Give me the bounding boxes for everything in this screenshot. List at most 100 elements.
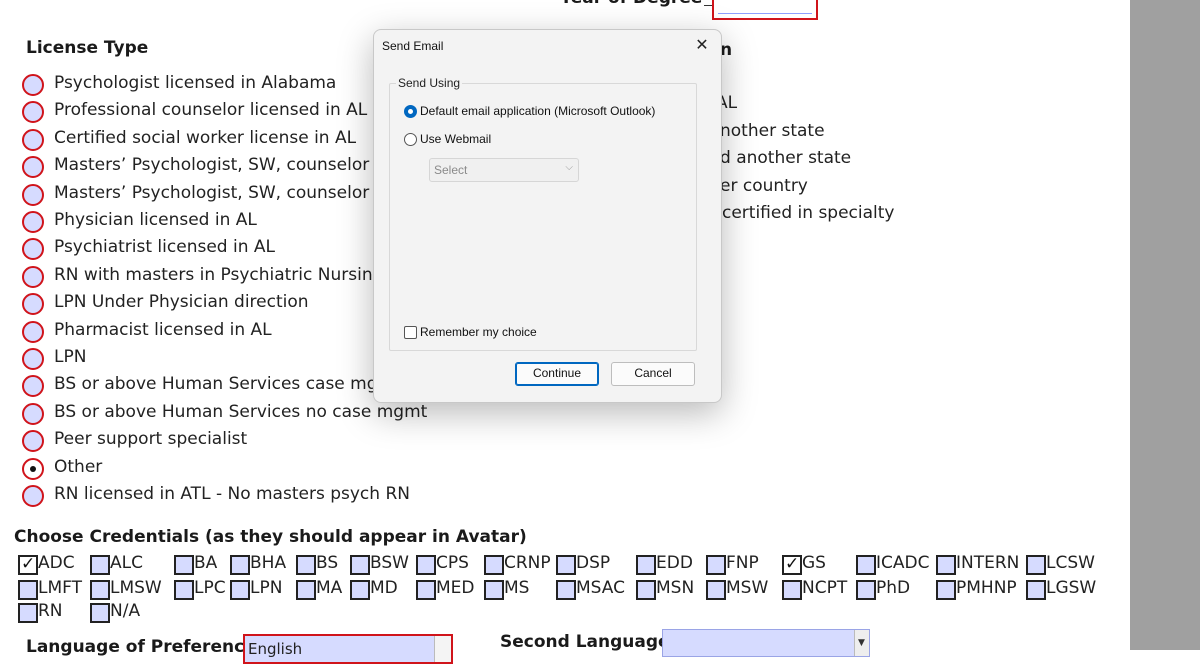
credential-checkbox[interactable] [856,555,876,575]
dialog-titlebar[interactable]: Send Email ✕ [374,30,721,62]
license-radio[interactable] [22,375,44,397]
default-email-radio[interactable] [404,105,417,118]
credential-label: LMSW [110,578,162,598]
credential-checkbox[interactable] [636,555,656,575]
credential-checkbox[interactable] [90,603,110,623]
credential-checkbox[interactable] [484,555,504,575]
close-icon[interactable]: ✕ [689,35,715,57]
license-radio[interactable] [22,348,44,370]
license-radio[interactable] [22,101,44,123]
remember-choice-checkbox[interactable] [404,326,417,339]
credential-checkbox[interactable] [1026,555,1046,575]
scrollbar-gutter[interactable] [1130,0,1200,650]
credential-checkbox[interactable] [556,580,576,600]
credential-checkbox[interactable] [936,580,956,600]
continue-button[interactable]: Continue [515,362,599,386]
credential-label: LMFT [38,578,83,598]
credential-checkbox[interactable] [416,580,436,600]
license-radio[interactable] [22,458,44,480]
credential-checkbox[interactable] [174,555,194,575]
license-radio[interactable] [22,238,44,260]
send-using-group [389,83,697,351]
credential-label: PhD [876,578,911,598]
credential-label: ADC [38,553,75,573]
credential-checkbox[interactable] [18,554,38,575]
right-column-text: er country [720,176,808,196]
license-option-label: Certified social worker license in AL [54,128,357,148]
credential-checkbox[interactable] [90,555,110,575]
second-language-label: Second Language: [500,632,677,652]
send-using-legend: Send Using [396,76,463,90]
right-column-text: d another state [720,148,852,168]
credential-label: MSN [656,578,695,598]
credential-checkbox[interactable] [706,580,726,600]
license-radio[interactable] [22,485,44,507]
credential-checkbox[interactable] [416,555,436,575]
credential-label: MED [436,578,475,598]
remember-choice-label[interactable]: Remember my choice [420,325,537,339]
credential-label: LPC [194,578,226,598]
right-column-text: nother state [720,121,825,141]
license-option-label: RN with masters in Psychiatric Nursing [54,265,384,285]
credential-label: RN [38,601,63,621]
credential-checkbox[interactable] [18,603,38,623]
credential-checkbox[interactable] [782,580,802,600]
license-radio[interactable] [22,266,44,288]
use-webmail-label[interactable]: Use Webmail [420,132,491,146]
credential-label: BSW [370,553,409,573]
credential-checkbox[interactable] [350,555,370,575]
credential-label: PMHNP [956,578,1017,598]
license-radio[interactable] [22,211,44,233]
credential-label: CPS [436,553,469,573]
license-type-heading: License Type [26,38,149,58]
credential-checkbox[interactable] [230,555,250,575]
credential-label: ALC [110,553,143,573]
credential-checkbox[interactable] [484,580,504,600]
license-radio[interactable] [22,129,44,151]
credential-checkbox[interactable] [636,580,656,600]
dialog-title: Send Email [382,39,444,53]
license-radio[interactable] [22,74,44,96]
license-radio[interactable] [22,156,44,178]
credential-label: BS [316,553,339,573]
credential-checkbox[interactable] [706,555,726,575]
credential-checkbox[interactable] [556,555,576,575]
license-radio[interactable] [22,430,44,452]
license-option-label: Masters’ Psychologist, SW, counselor [54,183,370,203]
credential-label: LCSW [1046,553,1095,573]
credential-label: MA [316,578,343,598]
credential-checkbox[interactable] [350,580,370,600]
license-radio[interactable] [22,321,44,343]
cancel-button[interactable]: Cancel [611,362,695,386]
credential-label: BA [194,553,218,573]
license-radio[interactable] [22,184,44,206]
credential-label: GS [802,553,826,573]
dropdown-arrow-icon[interactable]: ▼ [854,630,869,656]
credential-label: N/A [110,601,141,621]
credential-checkbox[interactable] [856,580,876,600]
license-option-label: Pharmacist licensed in AL [54,320,272,340]
credential-label: CRNP [504,553,551,573]
default-email-label[interactable]: Default email application (Microsoft Out… [420,104,655,118]
use-webmail-radio[interactable] [404,133,417,146]
license-option-label: LPN Under Physician direction [54,292,309,312]
second-language-select[interactable]: ▼ [662,629,870,657]
credential-checkbox[interactable] [782,554,802,575]
credential-checkbox[interactable] [936,555,956,575]
credential-checkbox[interactable] [18,580,38,600]
credential-label: MSW [726,578,769,598]
credential-checkbox[interactable] [90,580,110,600]
credential-checkbox[interactable] [1026,580,1046,600]
credentials-heading: Choose Credentials (as they should appea… [14,527,527,547]
credential-checkbox[interactable] [230,580,250,600]
credential-checkbox[interactable] [296,580,316,600]
year-of-degree-field[interactable] [712,0,818,20]
license-option-label: LPN [54,347,87,367]
license-radio[interactable] [22,403,44,425]
send-email-dialog: Send Email ✕ Send Using Default email ap… [373,29,722,403]
license-radio[interactable] [22,293,44,315]
credential-checkbox[interactable] [296,555,316,575]
dropdown-arrow-icon[interactable] [434,636,451,662]
credential-checkbox[interactable] [174,580,194,600]
language-of-preference-select[interactable]: English [243,634,453,664]
